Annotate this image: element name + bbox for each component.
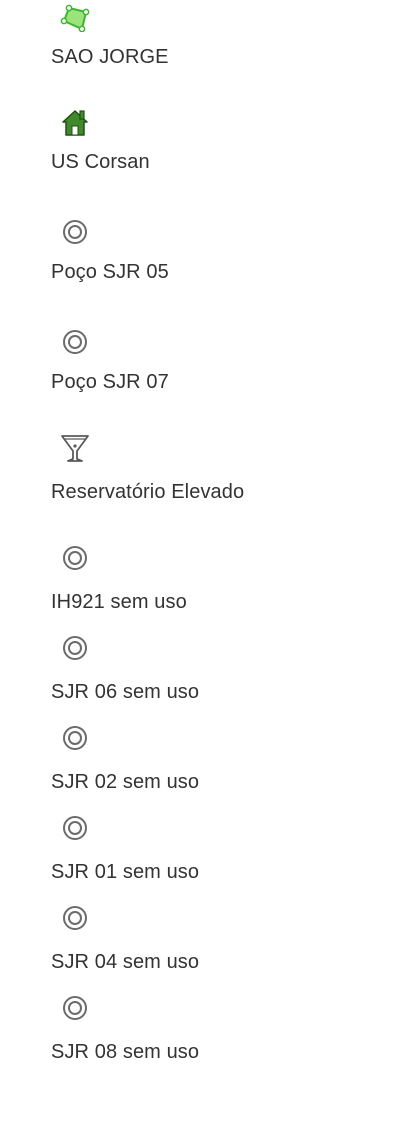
list-item[interactable]: Poço SJR 07 (0, 325, 413, 425)
list-item-label: US Corsan (51, 151, 150, 173)
list-item[interactable]: Reservatório Elevado (0, 435, 413, 535)
target-circle-icon (60, 633, 90, 663)
list-item[interactable]: Poço SJR 05 (0, 215, 413, 315)
list-item[interactable]: SJR 04 sem uso (0, 905, 413, 1005)
funnel-tank-icon (60, 433, 90, 463)
list-item[interactable]: SJR 02 sem uso (0, 725, 413, 825)
list-item[interactable]: US Corsan (0, 105, 413, 205)
list-item-label: SAO JORGE (51, 46, 169, 68)
list-item[interactable]: SJR 01 sem uso (0, 815, 413, 915)
list-item-label: SJR 06 sem uso (51, 681, 200, 703)
list-item-label: IH921 sem uso (51, 591, 187, 613)
target-circle-icon (60, 903, 90, 933)
target-circle-icon (60, 723, 90, 753)
list-item-label: Poço SJR 05 (51, 261, 169, 283)
list-item[interactable]: SJR 08 sem uso (0, 995, 413, 1095)
list-item-label: SJR 02 sem uso (51, 771, 200, 793)
target-circle-icon (60, 813, 90, 843)
list-item-label: SJR 04 sem uso (51, 951, 200, 973)
target-circle-icon (60, 543, 90, 573)
list-item[interactable]: IH921 sem uso (0, 545, 413, 645)
target-circle-icon (60, 327, 90, 357)
list-item-label: SJR 08 sem uso (51, 1041, 200, 1063)
list-item-label: Reservatório Elevado (51, 481, 245, 503)
list-item-label: SJR 01 sem uso (51, 861, 200, 883)
list-item[interactable]: SJR 06 sem uso (0, 635, 413, 735)
list-item-label: Poço SJR 07 (51, 371, 169, 393)
target-circle-icon (60, 217, 90, 247)
target-circle-icon (60, 993, 90, 1023)
house-icon (60, 107, 90, 137)
polygon-area-icon (60, 2, 90, 32)
